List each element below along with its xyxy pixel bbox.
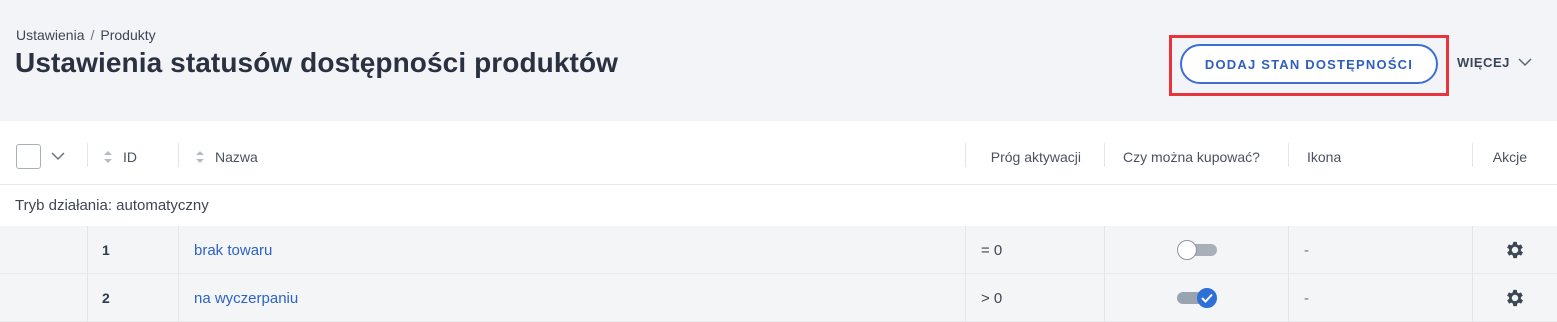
chevron-down-icon bbox=[1518, 58, 1532, 67]
breadcrumb-separator: / bbox=[90, 27, 95, 43]
column-header-name[interactable]: Nazwa bbox=[178, 128, 958, 185]
gear-icon[interactable] bbox=[1504, 287, 1526, 309]
column-header-id[interactable]: ID bbox=[87, 128, 177, 185]
select-all-control bbox=[16, 128, 65, 185]
column-label-icon: Ikona bbox=[1307, 148, 1342, 165]
group-label: Tryb działania: automatyczny bbox=[15, 197, 209, 214]
row-name: brak towaru bbox=[178, 226, 965, 274]
page-title: Ustawienia statusów dostępności produktó… bbox=[15, 47, 619, 78]
row-icon: - bbox=[1288, 226, 1472, 274]
row-actions bbox=[1472, 226, 1557, 274]
more-button-label: WIĘCEJ bbox=[1457, 55, 1510, 70]
sort-icon bbox=[196, 150, 204, 163]
breadcrumb: Ustawienia / Produkty bbox=[16, 27, 156, 43]
column-label-threshold: Próg aktywacji bbox=[990, 148, 1081, 165]
column-header-actions: Akcje bbox=[1472, 128, 1557, 185]
table-row: 2 na wyczerpaniu > 0 - bbox=[0, 274, 1557, 322]
row-id: 1 bbox=[87, 226, 178, 274]
row-threshold: = 0 bbox=[965, 226, 1104, 274]
column-header-can-buy: Czy można kupować? bbox=[1104, 128, 1288, 185]
add-availability-status-button[interactable]: DODAJ STAN DOSTĘPNOŚCI bbox=[1180, 44, 1438, 84]
row-icon: - bbox=[1288, 274, 1472, 322]
row-threshold: > 0 bbox=[965, 274, 1104, 322]
can-buy-toggle[interactable] bbox=[1176, 240, 1217, 260]
gear-icon[interactable] bbox=[1504, 239, 1526, 261]
row-can-buy bbox=[1104, 274, 1288, 322]
row-can-buy bbox=[1104, 226, 1288, 274]
chevron-down-icon[interactable] bbox=[51, 152, 65, 161]
breadcrumb-item-products[interactable]: Produkty bbox=[100, 27, 155, 43]
row-id: 2 bbox=[87, 274, 178, 322]
column-label-can-buy: Czy można kupować? bbox=[1123, 148, 1260, 165]
select-all-checkbox[interactable] bbox=[16, 144, 41, 169]
column-header-icon: Ikona bbox=[1288, 128, 1472, 185]
row-actions bbox=[1472, 274, 1557, 322]
more-dropdown-button[interactable]: WIĘCEJ bbox=[1457, 55, 1532, 70]
column-header-threshold: Próg aktywacji bbox=[965, 128, 1104, 185]
check-icon bbox=[1200, 293, 1213, 303]
highlight-frame: DODAJ STAN DOSTĘPNOŚCI bbox=[1169, 35, 1449, 96]
row-name-link[interactable]: brak towaru bbox=[194, 242, 272, 259]
breadcrumb-item-settings[interactable]: Ustawienia bbox=[16, 27, 84, 43]
column-label-name: Nazwa bbox=[215, 148, 258, 165]
table-row: 1 brak towaru = 0 - bbox=[0, 226, 1557, 274]
column-label-id: ID bbox=[123, 148, 137, 165]
sort-icon bbox=[104, 150, 112, 163]
row-name: na wyczerpaniu bbox=[178, 274, 965, 322]
column-label-actions: Akcje bbox=[1492, 148, 1527, 165]
can-buy-toggle[interactable] bbox=[1176, 288, 1217, 308]
page-header: Ustawienia / Produkty Ustawienia statusów … bbox=[0, 0, 1557, 121]
table-header: ID Nazwa Próg aktywacji Czy można kupowa… bbox=[0, 128, 1557, 185]
row-name-link[interactable]: na wyczerpaniu bbox=[194, 290, 298, 307]
